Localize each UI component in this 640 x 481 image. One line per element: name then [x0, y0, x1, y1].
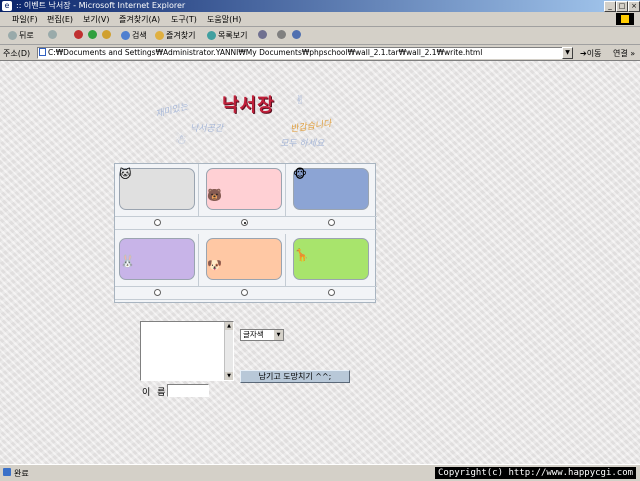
message-textarea[interactable]: ▲ ▼ [140, 321, 234, 381]
color-radio[interactable] [328, 289, 335, 296]
window-title: :: 이벤트 낙서장 - Microsoft Internet Explorer [16, 1, 186, 10]
dog-icon: 🐶 [207, 258, 222, 272]
name-input[interactable] [167, 384, 209, 397]
textarea-scrollbar[interactable]: ▲ ▼ [224, 322, 233, 380]
cat-icon: 🐱 [119, 167, 132, 181]
text-color-select-value: 글자색 [243, 330, 264, 339]
page-done-icon [3, 468, 11, 476]
favorites-icon [155, 31, 164, 40]
search-label: 검색 [132, 31, 147, 40]
doodle-text: 반갑습니다 [289, 119, 333, 135]
scroll-up-icon[interactable]: ▲ [225, 322, 233, 330]
color-radio[interactable] [154, 219, 161, 226]
color-palette: 🐱 🐻 🐵 🐰 🐶 🦒 [114, 163, 377, 303]
toolbar: 뒤로 검색 즐겨찾기 목록보기 [0, 27, 640, 45]
favorites-label: 즐겨찾기 [166, 31, 196, 40]
edit-icon [292, 30, 301, 39]
search-icon [121, 31, 130, 40]
doodle-text: 모두 하세요 [280, 139, 325, 149]
history-icon [207, 31, 216, 40]
close-button[interactable]: × [628, 1, 640, 12]
page-content: 재미있는 낙서공간 낙서장 반갑습니다 모두 하세요 ✌ ☃ 🐱 🐻 🐵 � [0, 61, 640, 464]
name-label: 이 름 [142, 388, 168, 398]
text-color-select[interactable]: 글자색 ▼ [240, 329, 284, 341]
doodle-text: 재미있는 [154, 101, 190, 121]
palette-cell[interactable]: 🦒 [289, 234, 373, 286]
refresh-button[interactable] [88, 30, 99, 39]
address-dropdown-button[interactable]: ▼ [562, 47, 573, 59]
palette-cell[interactable]: 🐰 [115, 234, 199, 286]
palette-cell[interactable]: 🐻 [202, 164, 286, 216]
palette-cell[interactable]: 🐶 [202, 234, 286, 286]
print-button[interactable] [277, 30, 288, 39]
maximize-button[interactable]: □ [616, 1, 628, 12]
edit-button[interactable] [292, 30, 303, 39]
ie-logo-icon: e [2, 1, 12, 11]
menu-help[interactable]: 도움말(H) [207, 14, 241, 25]
mail-icon [258, 30, 267, 39]
radio-row [115, 216, 377, 230]
radio-row [115, 286, 377, 300]
logo: 재미있는 낙서공간 낙서장 반갑습니다 모두 하세요 ✌ ☃ [150, 91, 370, 166]
mail-button[interactable] [258, 30, 269, 39]
address-url: C:₩Documents and Settings₩Administrator.… [48, 48, 483, 57]
minimize-button[interactable]: _ [604, 1, 616, 12]
scroll-down-icon[interactable]: ▼ [225, 372, 233, 380]
color-radio[interactable] [154, 289, 161, 296]
copyright-banner: Copyright(c) http://www.happycgi.com [435, 467, 637, 479]
title-bar: e :: 이벤트 낙서장 - Microsoft Internet Explor… [0, 0, 640, 12]
menu-edit[interactable]: 편집(E) [47, 14, 73, 25]
stop-button[interactable] [74, 30, 85, 39]
refresh-icon [88, 30, 97, 39]
chevron-down-icon: ▼ [274, 330, 283, 340]
home-icon [102, 30, 111, 39]
back-button[interactable]: 뒤로 [8, 30, 34, 41]
status-bar: 완료 Copyright(c) http://www.happycgi.com [0, 464, 640, 481]
monkey-icon: 🐵 [293, 167, 307, 181]
back-arrow-icon [8, 31, 17, 40]
bear-icon: 🐻 [207, 188, 222, 202]
menu-tools[interactable]: 도구(T) [171, 14, 197, 25]
forward-button[interactable] [48, 30, 59, 39]
home-button[interactable] [102, 30, 113, 39]
logo-title: 낙서장 [222, 95, 275, 116]
history-label: 목록보기 [218, 31, 248, 40]
palette-cell[interactable]: 🐵 [289, 164, 373, 216]
rabbit-doodle-icon: ✌ [295, 93, 306, 107]
address-label: 주소(D) [3, 49, 31, 58]
windows-logo-icon [616, 13, 634, 25]
giraffe-icon: 🦒 [294, 248, 309, 262]
color-radio[interactable] [241, 289, 248, 296]
rabbit-icon: 🐰 [120, 254, 135, 268]
menu-favorites[interactable]: 즐겨찾기(A) [119, 14, 160, 25]
page-icon [39, 48, 46, 56]
status-text: 완료 [14, 469, 29, 478]
address-input[interactable]: C:₩Documents and Settings₩Administrator.… [37, 47, 571, 59]
forward-arrow-icon [48, 30, 57, 39]
menu-view[interactable]: 보기(V) [83, 14, 109, 25]
doodle-text: 낙서공간 [190, 124, 224, 134]
menu-bar: 파일(F) 편집(E) 보기(V) 즐겨찾기(A) 도구(T) 도움말(H) [0, 12, 640, 27]
search-button[interactable]: 검색 [121, 30, 147, 41]
stop-icon [74, 30, 83, 39]
back-label: 뒤로 [19, 31, 34, 40]
address-bar: 주소(D) C:₩Documents and Settings₩Administ… [0, 45, 640, 61]
menu-file[interactable]: 파일(F) [12, 14, 38, 25]
palette-cell[interactable]: 🐱 [115, 164, 199, 216]
color-radio[interactable] [241, 219, 248, 226]
color-radio[interactable] [328, 219, 335, 226]
links-button[interactable]: 연결 » [613, 48, 635, 59]
character-doodle-icon: ☃ [175, 133, 187, 148]
print-icon [277, 30, 286, 39]
submit-button[interactable]: 남기고 도망치기 ^^; [240, 370, 350, 383]
go-label: 이동 [586, 49, 602, 58]
history-button[interactable]: 목록보기 [207, 30, 247, 41]
favorites-button[interactable]: 즐겨찾기 [155, 30, 195, 41]
go-button[interactable]: ➔이동 [580, 48, 601, 59]
